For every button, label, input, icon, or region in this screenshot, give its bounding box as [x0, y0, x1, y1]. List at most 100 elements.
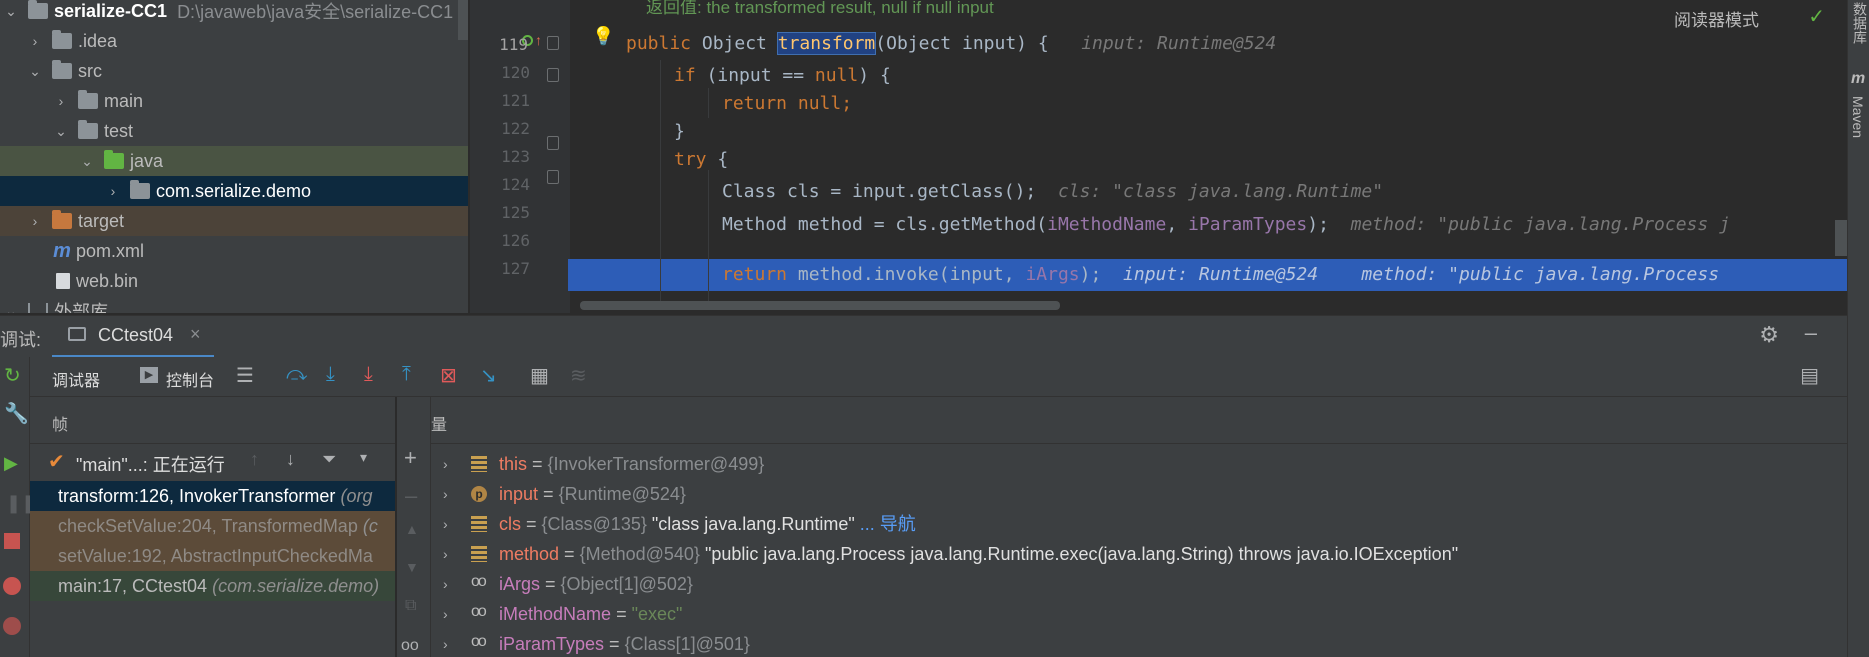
- stack-frame[interactable]: setValue:192, AbstractInputCheckedMa: [30, 541, 395, 571]
- stack-frame[interactable]: transform:126, InvokerTransformer (org: [30, 481, 395, 511]
- tree-item-test[interactable]: ⌄ test: [0, 116, 468, 146]
- chevron-right-icon[interactable]: ›: [443, 629, 448, 657]
- chevron-right-icon[interactable]: ›: [28, 33, 42, 49]
- chevron-down-icon[interactable]: ⌄: [4, 3, 18, 20]
- code-editor[interactable]: 返回值: the transformed result, null if nul…: [470, 0, 1847, 313]
- chevron-down-icon[interactable]: ⌄: [4, 303, 18, 314]
- database-tool-tab[interactable]: 数据库: [1850, 2, 1869, 44]
- view-breakpoints-icon[interactable]: [3, 577, 21, 595]
- folder-icon: [28, 0, 48, 19]
- right-tool-strip: 数据库 m Maven: [1847, 0, 1869, 657]
- tab-debugger-label: 调试器: [52, 373, 101, 390]
- step-into-icon[interactable]: ⤓: [326, 363, 335, 386]
- resume-icon[interactable]: ▶: [4, 453, 18, 474]
- fold-marker-icon[interactable]: [547, 136, 559, 150]
- tab-console-label: 控制台: [166, 373, 215, 390]
- rerun-icon[interactable]: ↻: [4, 363, 21, 388]
- code-line-121: return null;: [722, 93, 853, 114]
- stack-frame[interactable]: checkSetValue:204, TransformedMap (c: [30, 511, 395, 541]
- evaluate-expression-icon[interactable]: ▦: [530, 363, 549, 388]
- chevron-down-icon[interactable]: ▾: [360, 449, 367, 466]
- chevron-down-icon[interactable]: ⌄: [80, 153, 94, 170]
- check-icon: ✓: [1808, 6, 1825, 28]
- tree-item-target[interactable]: › target: [0, 206, 468, 236]
- object-icon: [471, 456, 487, 472]
- tab-console[interactable]: ▶ 控制台: [138, 357, 238, 397]
- code-line-123: try {: [674, 149, 729, 170]
- minimize-icon[interactable]: –: [1805, 320, 1817, 346]
- chevron-right-icon[interactable]: ›: [28, 213, 42, 229]
- fold-marker-icon[interactable]: [547, 68, 559, 82]
- debug-left-strip: ↻ 🔧 ▶ ❚❚: [0, 357, 36, 657]
- chevron-right-icon[interactable]: ›: [54, 93, 68, 109]
- close-icon[interactable]: ×: [190, 324, 201, 345]
- variable-row[interactable]: › oo iParamTypes = {Class[1]@501}: [431, 629, 1847, 657]
- debug-session-tab[interactable]: CCtest04 ×: [52, 316, 214, 358]
- tree-item-src[interactable]: ⌄ src: [0, 56, 468, 86]
- thread-selector[interactable]: "main"...: 正在运行: [76, 451, 225, 477]
- layout-icon[interactable]: ▤: [1800, 363, 1819, 388]
- editor-horizontal-scrollbar[interactable]: [580, 301, 1060, 310]
- fold-marker-icon[interactable]: [547, 170, 559, 184]
- chevron-down-icon[interactable]: ⌄: [54, 123, 68, 140]
- tree-scrollbar[interactable]: [458, 0, 468, 40]
- tree-item-package[interactable]: › com.serialize.demo: [0, 176, 468, 206]
- editor-vertical-scrollbar[interactable]: [1835, 220, 1847, 256]
- variable-row[interactable]: › oo iArgs = {Object[1]@502}: [431, 569, 1847, 599]
- chevron-right-icon[interactable]: ›: [443, 509, 448, 539]
- stack-frame[interactable]: main:17, CCtest04 (com.serialize.demo): [30, 571, 395, 601]
- tree-item-pom[interactable]: m pom.xml: [0, 236, 468, 266]
- tree-root[interactable]: ⌄ serialize-CC1 D:\javaweb\java安全\serial…: [0, 0, 468, 26]
- navigate-link[interactable]: ... 导航: [855, 514, 916, 534]
- tree-item-java[interactable]: ⌄ java: [0, 146, 468, 176]
- lightbulb-icon[interactable]: 💡: [592, 26, 614, 47]
- chevron-right-icon[interactable]: ›: [443, 449, 448, 479]
- tree-item-webbin[interactable]: web.bin: [0, 266, 468, 296]
- line-number: 123: [501, 147, 530, 166]
- variable-row[interactable]: › p input = {Runtime@524}: [431, 479, 1847, 509]
- down-arrow-icon[interactable]: ↓: [286, 449, 295, 470]
- maven-icon: m: [1851, 70, 1866, 87]
- gear-icon[interactable]: ⚙: [1759, 322, 1779, 348]
- variable-row[interactable]: › cls = {Class@135} "class java.lang.Run…: [431, 509, 1847, 539]
- drop-frame-icon[interactable]: ⊠: [440, 363, 457, 388]
- tree-item-libs[interactable]: ⌄ 外部库: [0, 296, 468, 313]
- tree-item-main[interactable]: › main: [0, 86, 468, 116]
- force-step-into-icon[interactable]: ⤓: [364, 363, 373, 386]
- run-to-cursor-icon[interactable]: ↘: [480, 363, 497, 388]
- chevron-right-icon[interactable]: ›: [106, 183, 120, 199]
- folder-icon: [78, 120, 98, 139]
- fold-marker-icon[interactable]: [547, 36, 559, 50]
- mute-breakpoints-icon[interactable]: [3, 617, 21, 635]
- chevron-down-icon[interactable]: ⌄: [28, 63, 42, 80]
- stop-icon[interactable]: [4, 533, 20, 549]
- debug-session-label: CCtest04: [98, 325, 174, 345]
- menu-icon[interactable]: ☰: [236, 363, 254, 388]
- frames-header: 帧: [52, 417, 69, 434]
- glasses-icon[interactable]: oo: [401, 637, 419, 655]
- settings-wrench-icon[interactable]: 🔧: [4, 401, 29, 426]
- console-icon: ▶: [140, 367, 158, 383]
- variable-row[interactable]: › method = {Method@540} "public java.lan…: [431, 539, 1847, 569]
- chevron-right-icon[interactable]: ›: [443, 569, 448, 599]
- variable-row[interactable]: › oo iMethodName = "exec": [431, 599, 1847, 629]
- filter-icon[interactable]: ⏷: [322, 449, 336, 470]
- folder-icon: [52, 60, 72, 79]
- doc-comment: 返回值: the transformed result, null if nul…: [646, 0, 994, 17]
- chevron-right-icon[interactable]: ›: [443, 599, 448, 629]
- remove-watch-icon: –: [405, 483, 418, 508]
- tree-item-label: test: [104, 120, 134, 141]
- step-over-icon[interactable]: ⤼: [286, 363, 307, 386]
- chevron-right-icon[interactable]: ›: [443, 479, 448, 509]
- maven-tool-tab[interactable]: Maven: [1850, 96, 1866, 138]
- tab-debugger[interactable]: 调试器: [40, 357, 130, 397]
- tree-item-label: .idea: [78, 30, 118, 51]
- chevron-right-icon[interactable]: ›: [443, 539, 448, 569]
- folder-icon: [52, 30, 72, 49]
- tree-item-idea[interactable]: › .idea: [0, 26, 468, 56]
- trace-icon: ≋: [570, 365, 587, 387]
- step-out-icon[interactable]: ⤒: [402, 363, 411, 386]
- add-watch-icon[interactable]: +: [404, 445, 417, 471]
- reader-mode-button[interactable]: 阅读器模式: [1674, 6, 1759, 31]
- variable-row[interactable]: › this = {InvokerTransformer@499}: [431, 449, 1847, 479]
